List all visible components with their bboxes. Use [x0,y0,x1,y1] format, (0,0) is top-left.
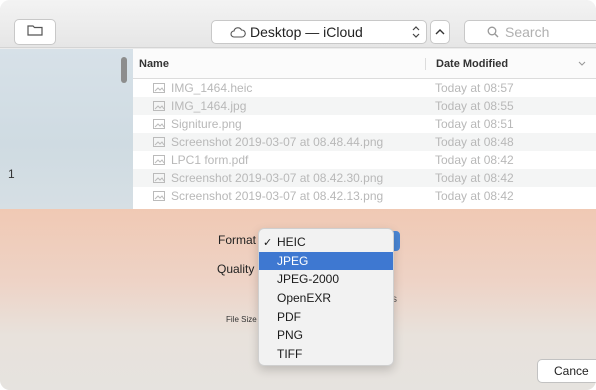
format-menu-item-png[interactable]: PNG [259,326,393,345]
file-icon [153,101,165,111]
chevron-down-icon [578,58,586,70]
sidebar: 1 [0,49,133,209]
format-menu-item-label: JPEG-2000 [277,272,340,287]
expand-button[interactable] [430,20,450,44]
save-dialog: Desktop — iCloud Search 1 Name Date Modi… [0,0,596,390]
format-menu-item-label: TIFF [277,346,303,361]
format-menu-items: ✓ HEIC JPEG JPEG-2000 OpenEXR PDF PNG TIFF [259,233,393,363]
location-label: Desktop — iCloud [250,24,363,40]
file-date: Today at 08:51 [435,117,514,131]
file-name-cell: Screenshot 2019-03-07 at 08.42.13.png [133,189,425,203]
checkmark-icon: ✓ [263,236,273,249]
file-date: Today at 08:55 [435,99,514,113]
format-menu-item-jpeg[interactable]: JPEG [259,251,393,271]
format-menu-item-pdf[interactable]: PDF [259,307,393,326]
chevron-up-icon [435,23,445,41]
file-name-cell: LPC1 form.pdf [133,153,425,167]
cloud-icon [230,26,246,38]
column-header-name[interactable]: Name [133,58,425,70]
format-label: Format [218,233,257,247]
file-icon [153,173,165,183]
format-menu: ✓ HEIC JPEG JPEG-2000 OpenEXR PDF PNG TIFF [258,228,394,366]
file-size-label: File Size [226,315,257,324]
file-date: Today at 08:42 [435,189,514,203]
format-menu-item-label: OpenEXR [277,291,332,306]
file-date: Today at 08:42 [435,171,514,185]
folder-icon [27,23,43,41]
file-row[interactable]: Screenshot 2019-03-07 at 08.48.44.png Tod… [133,133,596,151]
format-menu-item-label: JPEG [277,253,309,268]
file-name: IMG_1464.jpg [171,99,247,113]
file-name: IMG_1464.heic [171,81,253,95]
format-menu-item-heic[interactable]: ✓ HEIC [259,233,393,252]
file-row[interactable]: Signiture.png Today at 08:51 [133,115,596,133]
toolbar: Desktop — iCloud Search [0,0,596,48]
cancel-button[interactable]: Cance [537,359,596,383]
file-row[interactable]: IMG_1464.jpg Today at 08:55 [133,97,596,115]
format-menu-item-tiff[interactable]: TIFF [259,345,393,364]
file-row[interactable]: Screenshot 2019-03-07 at 08.42.30.png Tod… [133,169,596,187]
file-name-cell: IMG_1464.heic [133,81,425,95]
file-name-cell: Screenshot 2019-03-07 at 08.48.44.png [133,135,425,149]
file-icon [153,137,165,147]
file-row[interactable]: Screenshot 2019-03-07 at 08.42.13.png Tod… [133,187,596,205]
scrollbar-thumb[interactable] [121,57,127,83]
file-name: LPC1 form.pdf [171,153,249,167]
format-menu-item-openexr[interactable]: OpenEXR [259,289,393,308]
file-name: Screenshot 2019-03-07 at 08.42.30.png [171,171,384,185]
file-list: Name Date Modified IMG_1464.heic Today at… [133,49,596,209]
file-name: Signiture.png [171,117,242,131]
file-icon [153,119,165,129]
file-date: Today at 08:57 [435,81,514,95]
format-menu-item-label: PDF [277,309,301,324]
format-menu-item-label: HEIC [277,235,306,250]
file-name-cell: IMG_1464.jpg [133,99,425,113]
updown-chevron-icon [412,25,420,39]
file-name: Screenshot 2019-03-07 at 08.48.44.png [171,135,384,149]
column-header-date-label: Date Modified [436,57,509,70]
file-name: Screenshot 2019-03-07 at 08.42.13.png [171,189,384,203]
search-field[interactable]: Search [464,20,596,44]
file-date: Today at 08:42 [435,153,514,167]
format-menu-item-jpeg-2000[interactable]: JPEG-2000 [259,270,393,289]
sidebar-fragment: 1 [8,167,15,181]
location-popup[interactable]: Desktop — iCloud [211,20,427,44]
file-rows: IMG_1464.heic Today at 08:57 IMG_1464.jpg T… [133,79,596,205]
quality-label: Quality [217,262,255,276]
search-icon [487,26,499,38]
format-menu-item-label: PNG [277,328,304,343]
file-icon [153,155,165,165]
column-header-date[interactable]: Date Modified [425,57,596,70]
search-placeholder: Search [505,24,550,40]
sidebar-toggle-button[interactable] [14,19,56,45]
file-date: Today at 08:48 [435,135,514,149]
file-row[interactable]: LPC1 form.pdf Today at 08:42 [133,151,596,169]
file-row[interactable]: IMG_1464.heic Today at 08:57 [133,79,596,97]
file-name-cell: Screenshot 2019-03-07 at 08.42.30.png [133,171,425,185]
list-header: Name Date Modified [133,49,596,79]
file-name-cell: Signiture.png [133,117,425,131]
file-icon [153,83,165,93]
file-icon [153,191,165,201]
